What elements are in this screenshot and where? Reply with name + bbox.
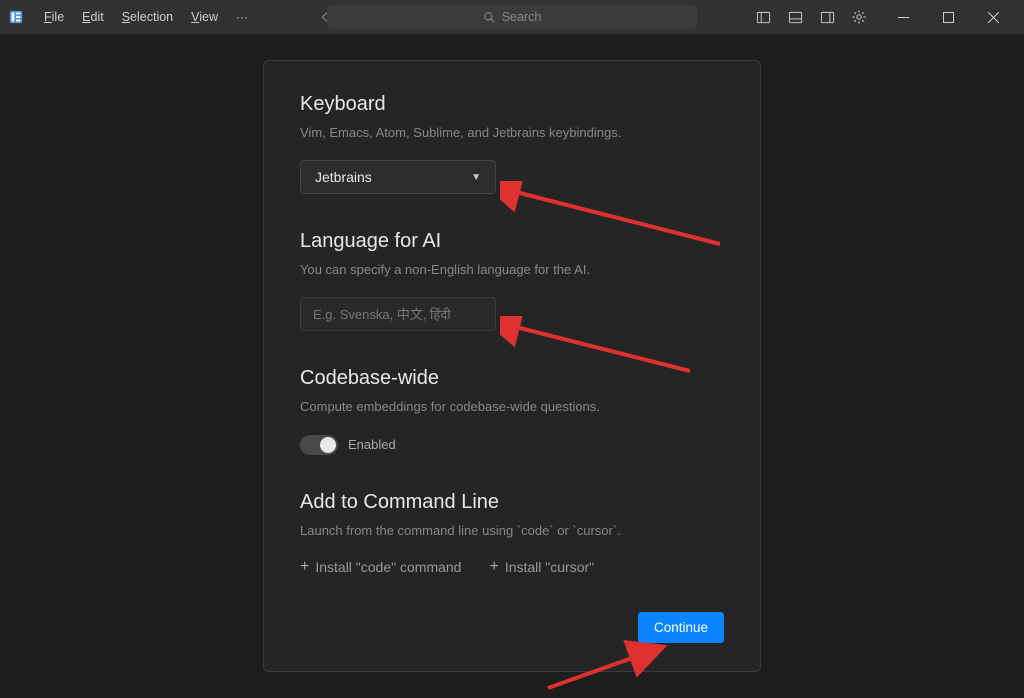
app-icon (8, 9, 24, 25)
toggle-knob (320, 437, 336, 453)
titlebar-left: File Edit Selection View ··· (8, 6, 360, 28)
menu-more[interactable]: ··· (228, 6, 256, 28)
main-area: Keyboard Vim, Emacs, Atom, Sublime, and … (0, 34, 1024, 691)
search-placeholder: Search (502, 10, 542, 24)
titlebar-right (747, 0, 1016, 34)
layout-panel-right-icon[interactable] (811, 0, 843, 34)
search-icon (483, 11, 496, 24)
window-minimize[interactable] (881, 0, 926, 34)
window-close[interactable] (971, 0, 1016, 34)
section-cli: Add to Command Line Launch from the comm… (300, 491, 724, 576)
continue-button[interactable]: Continue (638, 612, 724, 643)
codebase-toggle-label: Enabled (348, 437, 396, 452)
settings-gear-icon[interactable] (843, 0, 875, 34)
settings-card: Keyboard Vim, Emacs, Atom, Sublime, and … (263, 60, 761, 672)
section-keyboard: Keyboard Vim, Emacs, Atom, Sublime, and … (300, 93, 724, 194)
install-cursor-label: Install "cursor" (505, 559, 594, 575)
plus-icon: + (300, 558, 309, 576)
layout-panel-left-icon[interactable] (747, 0, 779, 34)
keyboard-desc: Vim, Emacs, Atom, Sublime, and Jetbrains… (300, 124, 724, 142)
menu-view[interactable]: View (183, 6, 226, 28)
keyboard-dropdown-value: Jetbrains (315, 169, 372, 185)
plus-icon: + (489, 558, 498, 576)
section-language: Language for AI You can specify a non-En… (300, 230, 724, 331)
cli-desc: Launch from the command line using `code… (300, 522, 724, 540)
layout-panel-bottom-icon[interactable] (779, 0, 811, 34)
cli-title: Add to Command Line (300, 491, 724, 514)
search-box[interactable]: Search (327, 5, 697, 29)
language-desc: You can specify a non-English language f… (300, 261, 724, 279)
keyboard-title: Keyboard (300, 93, 724, 116)
window-maximize[interactable] (926, 0, 971, 34)
language-title: Language for AI (300, 230, 724, 253)
section-codebase: Codebase-wide Compute embeddings for cod… (300, 367, 724, 454)
keyboard-dropdown[interactable]: Jetbrains ▼ (300, 160, 496, 194)
menu-file[interactable]: File (36, 6, 72, 28)
menu-edit[interactable]: Edit (74, 6, 112, 28)
codebase-desc: Compute embeddings for codebase-wide que… (300, 398, 724, 416)
install-code-button[interactable]: + Install "code" command (300, 558, 461, 576)
install-code-label: Install "code" command (315, 559, 461, 575)
codebase-title: Codebase-wide (300, 367, 724, 390)
chevron-down-icon: ▼ (471, 172, 481, 183)
language-input[interactable] (300, 297, 496, 331)
titlebar: File Edit Selection View ··· Search (0, 0, 1024, 34)
install-cursor-button[interactable]: + Install "cursor" (489, 558, 594, 576)
menu-selection[interactable]: Selection (114, 6, 181, 28)
codebase-toggle[interactable] (300, 435, 338, 455)
